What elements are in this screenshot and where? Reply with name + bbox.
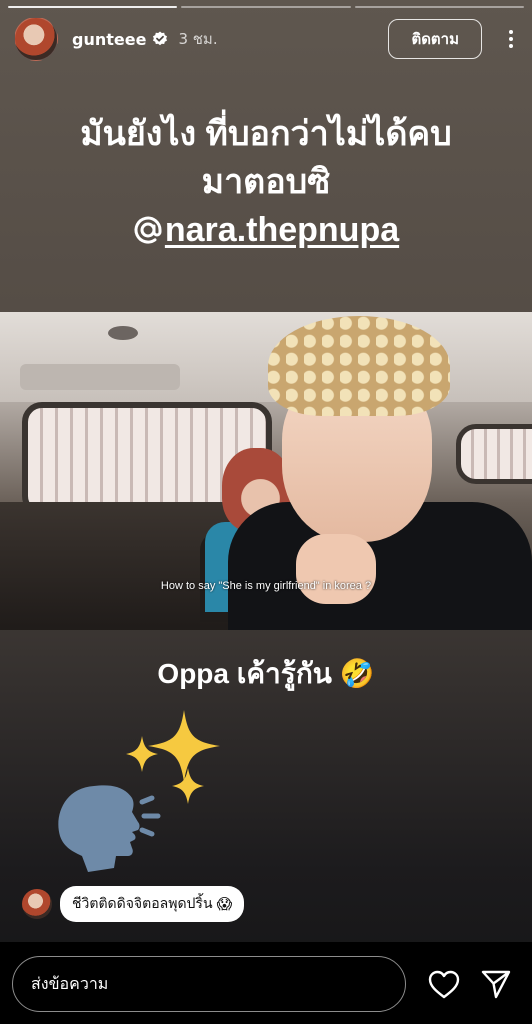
text-sticker: Oppa เค้ารู้กัน 🤣: [0, 652, 532, 696]
video-person: [268, 316, 450, 416]
verified-badge-icon: [153, 31, 168, 46]
reply-text: ชีวิตติดดิจจิตอลพุดปริ้น: [72, 896, 213, 912]
reply-avatar[interactable]: [22, 889, 52, 919]
scream-emoji: 😱: [216, 895, 233, 913]
video-window: [456, 424, 532, 484]
rofl-emoji: 🤣: [339, 658, 375, 689]
heart-icon[interactable]: [428, 970, 460, 1000]
sparkles-icon: [126, 710, 220, 804]
video-subtitle: How to say "She is my girlfriend" in kor…: [160, 580, 372, 592]
video-hand: [296, 534, 376, 604]
progress-segment: [354, 6, 524, 8]
speaking-head-sticker: [58, 710, 220, 872]
progress-segment: [181, 6, 351, 8]
progress-segment: [8, 6, 178, 8]
speaking-head-icon: [58, 785, 161, 872]
caption-line: มันยังไง ที่บอกว่าไม่ได้คบ: [80, 115, 452, 153]
reply-bubble[interactable]: ชีวิตติดดิจจิตอลพุดปริ้น 😱: [60, 886, 245, 922]
story-footer: ส่งข้อความ: [0, 942, 532, 1024]
text-sticker-text: Oppa เค้ารู้กัน: [157, 658, 332, 689]
caption-line: มาตอบซิ: [201, 163, 331, 201]
more-options-icon[interactable]: [500, 24, 522, 54]
mention-tag[interactable]: nara.thepnupa: [133, 206, 399, 254]
message-placeholder: ส่งข้อความ: [31, 973, 109, 993]
username[interactable]: gunteee: [72, 30, 146, 49]
story-caption: มันยังไง ที่บอกว่าไม่ได้คบ มาตอบซิ nara.…: [0, 110, 532, 258]
post-time: 3 ชม.: [178, 30, 218, 48]
avatar[interactable]: [14, 17, 58, 61]
story-header: gunteee 3 ชม. ติดตาม: [14, 16, 522, 62]
message-input[interactable]: ส่งข้อความ: [12, 956, 406, 1012]
story-video[interactable]: How to say "She is my girlfriend" in kor…: [0, 312, 532, 630]
mention-username: nara.thepnupa: [164, 211, 400, 249]
reply-comment: ชีวิตติดดิจจิตอลพุดปริ้น 😱: [22, 886, 245, 922]
mention-icon: [134, 216, 162, 244]
send-icon[interactable]: [480, 968, 512, 1000]
video-panel: [20, 364, 180, 390]
video-vent: [108, 326, 138, 340]
story-progress: [8, 6, 524, 8]
follow-button[interactable]: ติดตาม: [388, 19, 482, 59]
